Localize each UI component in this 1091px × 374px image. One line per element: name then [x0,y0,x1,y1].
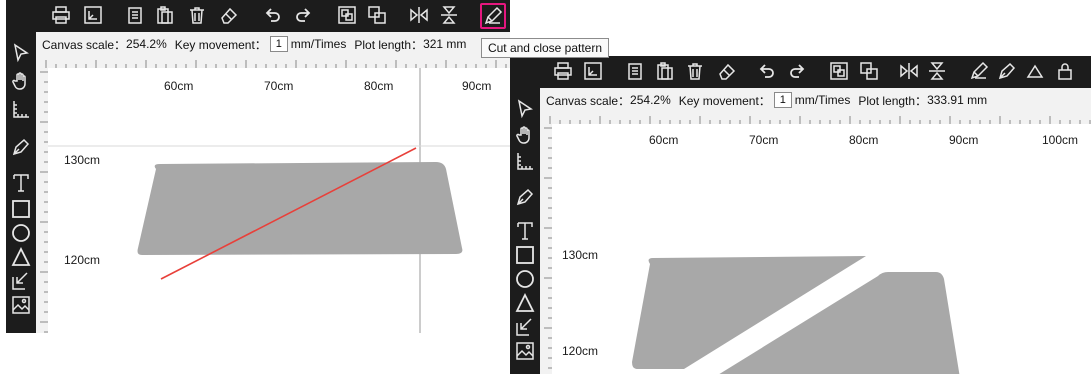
key-movement-input[interactable]: 1 [773,92,792,108]
plot-length-label: Plot length： [858,93,928,108]
left-toolbox [6,32,36,333]
lock-icon[interactable] [1054,60,1076,82]
top-toolbar [6,0,510,32]
shape-icon[interactable] [1024,60,1046,82]
x-label: 90cm [462,79,492,93]
paste-icon[interactable] [654,60,676,82]
key-movement-unit: mm/Times [794,93,851,107]
import-icon[interactable] [514,316,536,338]
export-icon[interactable] [582,60,604,82]
circle-icon[interactable] [10,222,32,244]
horizontal-ruler [45,60,507,68]
right-app-window: Canvas scale： 254.2% Key movement： 1 mm/… [510,56,1091,374]
x-label: 80cm [364,79,394,93]
delete-icon[interactable] [684,60,706,82]
group-icon[interactable] [828,60,850,82]
drawing-canvas[interactable]: 60cm 70cm 80cm 90cm 130cm 120cm [48,68,510,333]
x-label: 80cm [849,133,879,147]
y-label: 120cm [562,344,599,358]
key-movement-unit: mm/Times [290,37,347,51]
pen-tool-icon[interactable] [10,136,32,158]
canvas-scale-label: Canvas scale： [42,37,127,52]
rectangle-icon[interactable] [10,198,32,220]
print-icon[interactable] [50,4,72,26]
eraser-icon[interactable] [716,60,738,82]
ungroup-icon[interactable] [366,4,388,26]
tooltip: Cut and close pattern [481,38,609,58]
paste-icon[interactable] [154,4,176,26]
left-app-window: Canvas scale： 254.2% Key movement： 1 mm/… [6,0,510,333]
horizontal-ruler [549,116,1091,124]
select-arrow-icon[interactable] [10,42,32,64]
y-label: 130cm [562,248,599,262]
key-movement-label: Key movement： [678,93,771,108]
undo-icon[interactable] [262,4,284,26]
hand-icon[interactable] [514,124,536,146]
flip-vertical-icon[interactable] [926,60,948,82]
text-icon[interactable] [10,172,32,194]
measure-icon[interactable] [10,98,32,120]
redo-icon[interactable] [292,4,314,26]
x-label: 60cm [164,79,194,93]
pen-tool-icon[interactable] [514,186,536,208]
select-arrow-icon[interactable] [514,98,536,120]
eraser-icon[interactable] [218,4,240,26]
pen-icon[interactable] [996,60,1018,82]
triangle-icon[interactable] [10,246,32,268]
print-icon[interactable] [552,60,574,82]
y-label: 130cm [64,153,101,167]
image-icon[interactable] [10,294,32,316]
cut-close-pattern-icon[interactable] [480,3,506,29]
copy-icon[interactable] [624,60,646,82]
x-label: 70cm [264,79,294,93]
triangle-icon[interactable] [514,292,536,314]
flip-horizontal-icon[interactable] [898,60,920,82]
ungroup-icon[interactable] [858,60,880,82]
flip-horizontal-icon[interactable] [408,4,430,26]
key-movement-label: Key movement： [174,37,267,52]
canvas-scale-value: 254.2% [630,93,671,107]
flip-vertical-icon[interactable] [438,4,460,26]
group-icon[interactable] [336,4,358,26]
y-label: 120cm [64,253,101,267]
plot-length-value: 333.91 mm [927,93,988,107]
top-toolbar [510,56,1091,88]
circle-icon[interactable] [514,268,536,290]
status-bar: Canvas scale： 254.2% Key movement： 1 mm/… [546,90,987,110]
key-movement-input[interactable]: 1 [269,36,288,52]
vertical-ruler [40,71,48,333]
x-label: 100cm [1042,133,1079,147]
import-icon[interactable] [10,270,32,292]
export-icon[interactable] [82,4,104,26]
cut-close-pattern-icon[interactable] [968,60,990,82]
delete-icon[interactable] [186,4,208,26]
rectangle-icon[interactable] [514,244,536,266]
copy-icon[interactable] [124,4,146,26]
redo-icon[interactable] [786,60,808,82]
drawing-canvas[interactable]: 60cm 70cm 80cm 90cm 100cm 130cm 120cm [552,124,1091,374]
x-label: 70cm [749,133,779,147]
x-label: 90cm [949,133,979,147]
text-icon[interactable] [514,220,536,242]
status-bar: Canvas scale： 254.2% Key movement： 1 mm/… [42,34,466,54]
canvas-scale-value: 254.2% [126,37,167,51]
x-label: 60cm [649,133,679,147]
vertical-ruler [544,127,552,369]
hand-icon[interactable] [10,70,32,92]
undo-icon[interactable] [756,60,778,82]
measure-icon[interactable] [514,150,536,172]
plot-length-label: Plot length： [354,37,424,52]
plot-length-value: 321 mm [423,37,467,51]
left-toolbox [510,88,540,374]
canvas-scale-label: Canvas scale： [546,93,631,108]
image-icon[interactable] [514,340,536,362]
